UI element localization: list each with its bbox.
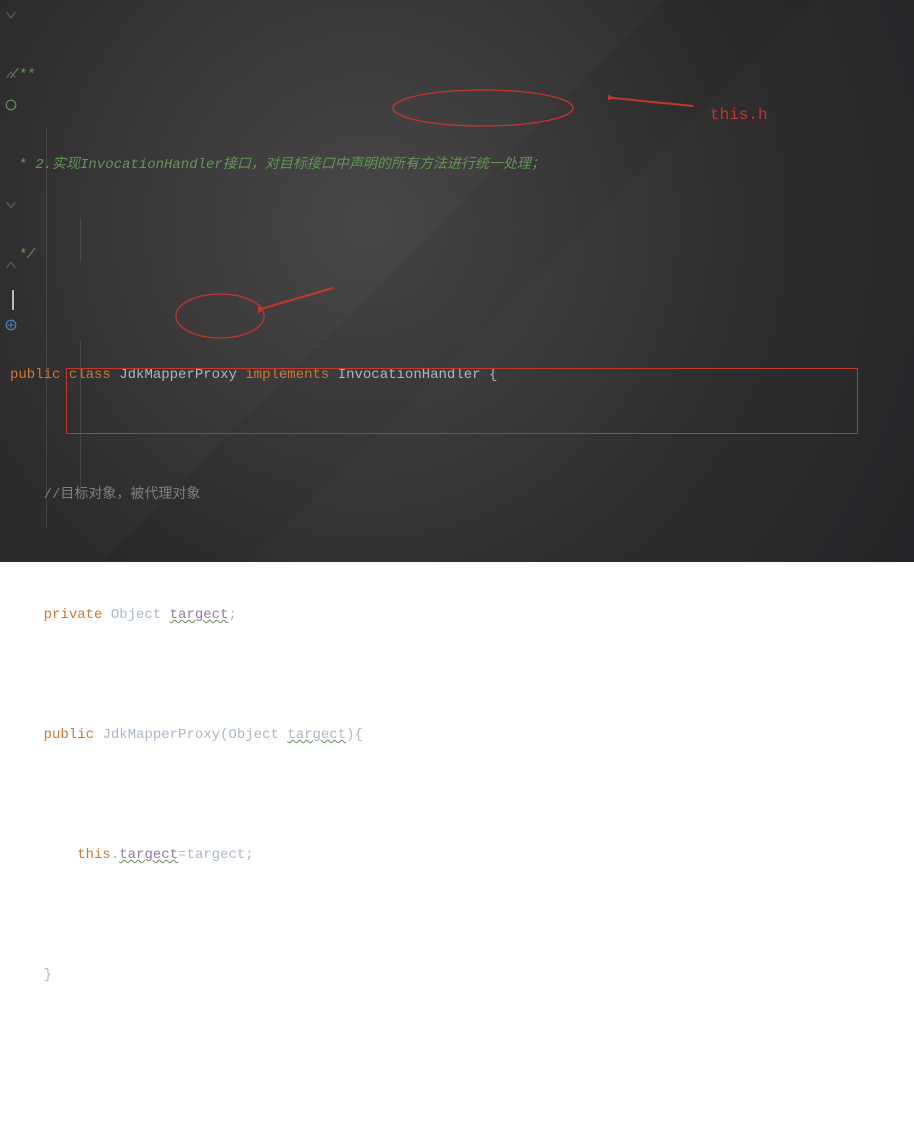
gutter-fold-icon[interactable] xyxy=(4,258,18,272)
code-line[interactable]: */ xyxy=(10,240,741,270)
kw-this: this xyxy=(77,847,111,863)
gutter xyxy=(0,0,22,562)
brace: { xyxy=(355,727,363,743)
gutter-fold-icon[interactable] xyxy=(4,8,18,22)
param-type: Object xyxy=(228,727,278,743)
annotation-label: this.h xyxy=(710,100,768,130)
brace-close: } xyxy=(44,967,52,983)
doc-body: * 2.实现InvocationHandler接口，对目标接口中声明的所有方法进… xyxy=(10,157,545,173)
gutter-fold-icon[interactable] xyxy=(4,68,18,82)
annotation-box xyxy=(66,368,858,434)
dot: . xyxy=(111,847,119,863)
code-editor[interactable]: /** * 2.实现InvocationHandler接口，对目标接口中声明的所… xyxy=(0,0,914,562)
comment: //目标对象，被代理对象 xyxy=(44,487,201,503)
code-line[interactable]: } xyxy=(10,960,741,990)
lparen: ( xyxy=(220,727,228,743)
code-line[interactable]: //目标对象，被代理对象 xyxy=(10,480,741,510)
kw-private: private xyxy=(44,607,103,623)
field-name: targect xyxy=(170,607,229,623)
param-ref: targect xyxy=(186,847,245,863)
rparen: ) xyxy=(346,727,354,743)
semi: ; xyxy=(245,847,253,863)
eq: = xyxy=(178,847,186,863)
gutter-implements-icon[interactable] xyxy=(4,318,18,332)
code-line[interactable]: /** xyxy=(10,60,741,90)
gutter-override-icon[interactable] xyxy=(4,98,18,112)
code-line[interactable]: this.targect=targect; xyxy=(10,840,741,870)
code-line[interactable]: private Object targect; xyxy=(10,600,741,630)
code-line[interactable]: * 2.实现InvocationHandler接口，对目标接口中声明的所有方法进… xyxy=(10,150,741,180)
semi: ; xyxy=(228,607,236,623)
code-line[interactable]: public JdkMapperProxy(Object targect){ xyxy=(10,720,741,750)
gutter-fold-icon[interactable] xyxy=(4,198,18,212)
kw-public: public xyxy=(44,727,94,743)
ctor-name: JdkMapperProxy xyxy=(102,727,220,743)
type: Object xyxy=(111,607,161,623)
param-name: targect xyxy=(287,727,346,743)
field-ref: targect xyxy=(119,847,178,863)
code-area[interactable]: /** * 2.实现InvocationHandler接口，对目标接口中声明的所… xyxy=(10,0,741,1124)
code-line[interactable] xyxy=(10,1080,741,1110)
